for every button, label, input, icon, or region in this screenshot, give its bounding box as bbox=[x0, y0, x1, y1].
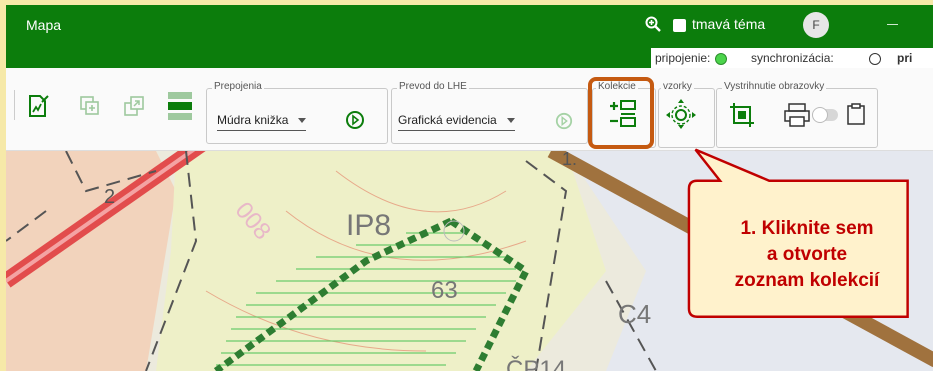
lhe-select-value: Grafická evidencia bbox=[398, 113, 497, 127]
edit-document-icon[interactable] bbox=[26, 94, 50, 118]
links-group-label: Prepojenia bbox=[212, 81, 264, 92]
map-label-cp14: ČP14 bbox=[506, 355, 566, 371]
lhe-group-label: Prevod do LHE bbox=[397, 81, 469, 92]
map-label-ip8: IP8 bbox=[346, 209, 391, 242]
window-title: Mapa bbox=[26, 17, 62, 33]
map-label-1: 1. bbox=[562, 151, 577, 169]
toolbar-divider bbox=[14, 90, 15, 120]
status-extra-label: pri bbox=[897, 51, 913, 65]
instruction-callout-text: 1. Kliknite sem a otvorte zoznam kolekci… bbox=[672, 216, 933, 294]
title-bar: Mapa tmavá téma F bbox=[6, 5, 933, 48]
screenshot-group-label: Vystrihnutie obrazovky bbox=[722, 81, 827, 92]
chevron-down-icon bbox=[298, 118, 307, 124]
map-label-63: 63 bbox=[431, 277, 458, 304]
crop-image-icon[interactable] bbox=[729, 102, 755, 128]
sync-status-indicator bbox=[869, 53, 881, 65]
toggle-knob bbox=[812, 107, 828, 123]
map-parcel-center bbox=[156, 151, 606, 371]
print-toggle[interactable] bbox=[812, 107, 838, 123]
minimize-button[interactable] bbox=[887, 24, 898, 25]
lhe-select[interactable]: Grafická evidencia bbox=[398, 113, 515, 131]
map-label-c4: C4 bbox=[618, 299, 651, 329]
sync-label: synchronizácia: bbox=[751, 51, 834, 65]
play-circle-disabled-icon[interactable] bbox=[555, 112, 573, 130]
callout-line-1: 1. Kliknite sem bbox=[740, 218, 874, 239]
dark-theme-checkbox[interactable] bbox=[673, 19, 686, 32]
connection-status-indicator bbox=[715, 53, 727, 65]
collections-highlight-box bbox=[588, 77, 654, 149]
chevron-down-icon bbox=[506, 118, 515, 124]
links-select[interactable]: Múdra knižka bbox=[217, 113, 307, 131]
layers-merge-icon[interactable] bbox=[165, 91, 195, 121]
links-select-value: Múdra knižka bbox=[217, 113, 289, 127]
connection-label: pripojenie: bbox=[655, 51, 711, 65]
map-label-2: 2 bbox=[104, 186, 115, 208]
user-avatar[interactable]: F bbox=[803, 12, 829, 38]
printer-icon[interactable] bbox=[784, 103, 810, 127]
samples-group-label: vzorky bbox=[661, 81, 694, 92]
status-bar: pripojenie: synchronizácia: pri bbox=[651, 48, 933, 68]
callout-line-2: a otvorte bbox=[766, 244, 848, 265]
target-sample-icon[interactable] bbox=[665, 98, 697, 130]
zoom-in-icon[interactable] bbox=[644, 15, 662, 33]
clipboard-icon[interactable] bbox=[847, 103, 865, 125]
play-circle-icon[interactable] bbox=[345, 110, 365, 130]
toolbar: Prepojenia Múdra knižka Prevod do LHE Gr… bbox=[6, 68, 933, 151]
dark-theme-label: tmavá téma bbox=[692, 16, 766, 32]
callout-line-3: zoznam kolekcií bbox=[734, 270, 880, 291]
copy-add-icon[interactable] bbox=[79, 95, 101, 117]
copy-transform-icon[interactable] bbox=[123, 95, 145, 117]
